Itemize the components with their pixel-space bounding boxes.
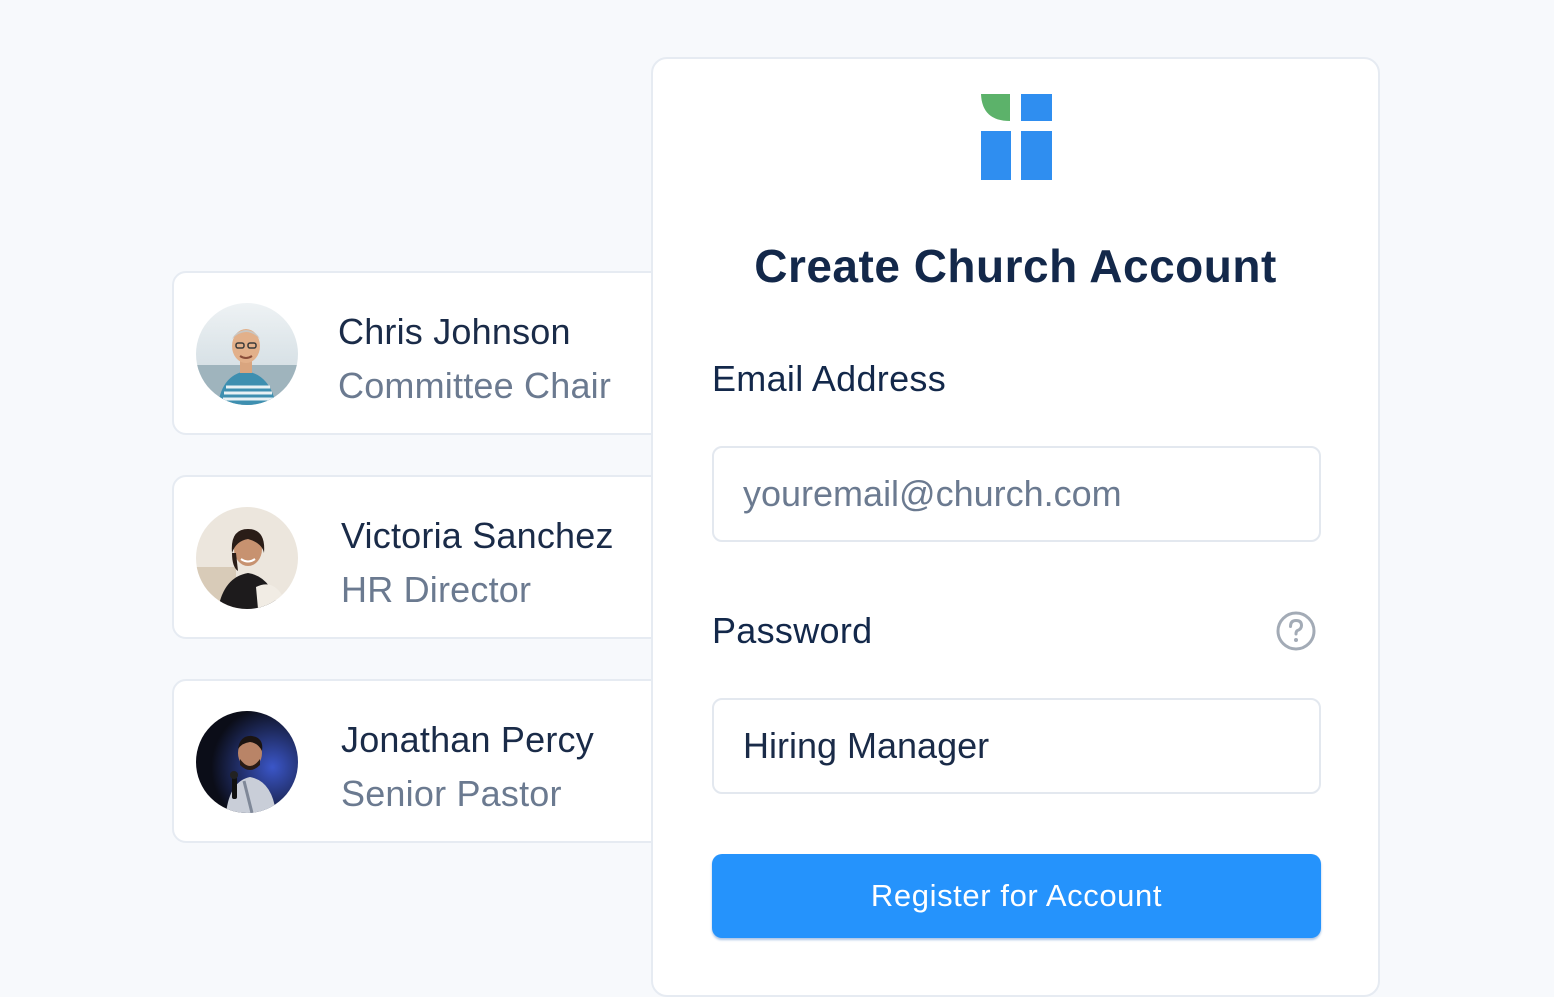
avatar: [196, 303, 298, 405]
password-field[interactable]: [712, 698, 1321, 794]
email-field[interactable]: [712, 446, 1321, 542]
person-name: Jonathan Percy: [341, 719, 594, 760]
avatar-photo: [196, 507, 298, 609]
church-logo-icon: [980, 93, 1054, 181]
person-name: Chris Johnson: [338, 311, 571, 352]
register-button[interactable]: Register for Account: [712, 854, 1321, 938]
avatar-photo: [196, 303, 298, 405]
avatar: [196, 507, 298, 609]
password-label: Password: [712, 610, 873, 651]
avatar-photo: [196, 711, 298, 813]
register-panel: Create Church Account Email Address Pass…: [651, 57, 1380, 997]
help-circle-icon[interactable]: [1276, 611, 1316, 651]
person-card-chris-johnson: Chris Johnson Committee Chair: [172, 271, 692, 435]
person-role: Committee Chair: [338, 365, 612, 406]
email-label: Email Address: [712, 358, 946, 399]
person-card-victoria-sanchez: Victoria Sanchez HR Director: [172, 475, 692, 639]
avatar: [196, 711, 298, 813]
person-card-jonathan-percy: Jonathan Percy Senior Pastor: [172, 679, 692, 843]
page-title: Create Church Account: [754, 240, 1277, 292]
person-name: Victoria Sanchez: [341, 515, 614, 556]
person-role: HR Director: [341, 569, 532, 610]
person-role: Senior Pastor: [341, 773, 562, 814]
